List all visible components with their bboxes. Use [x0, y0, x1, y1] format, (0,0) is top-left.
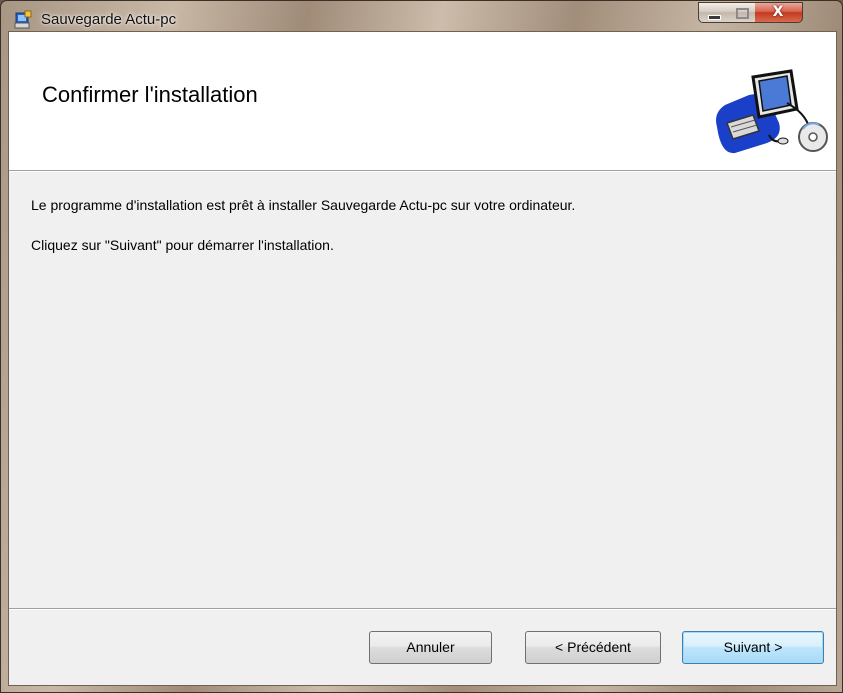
- installer-icon: [14, 10, 32, 29]
- ready-message: Le programme d'installation est prêt à i…: [31, 197, 576, 213]
- minimize-button[interactable]: [698, 2, 728, 23]
- maximize-button[interactable]: [727, 2, 756, 23]
- close-button[interactable]: X: [755, 2, 803, 23]
- window-title: Sauvegarde Actu-pc: [41, 11, 177, 28]
- dialog-client-area: Confirmer l'installation Le programme d'…: [8, 31, 837, 686]
- dialog-header: Confirmer l'installation: [9, 32, 836, 171]
- computer-cd-icon: [716, 69, 828, 154]
- cancel-button[interactable]: Annuler: [369, 631, 492, 664]
- footer-divider-highlight: [9, 609, 836, 610]
- instruction-message: Cliquez sur "Suivant" pour démarrer l'in…: [31, 237, 334, 253]
- header-separator: [9, 171, 836, 172]
- next-button[interactable]: Suivant >: [682, 631, 824, 664]
- maximize-icon: [736, 8, 749, 19]
- minimize-icon: [708, 15, 721, 20]
- close-icon: X: [772, 4, 784, 20]
- page-title: Confirmer l'installation: [42, 82, 258, 107]
- previous-button[interactable]: < Précédent: [525, 631, 661, 664]
- installer-window: Sauvegarde Actu-pc X Confirmer l'install…: [0, 0, 843, 693]
